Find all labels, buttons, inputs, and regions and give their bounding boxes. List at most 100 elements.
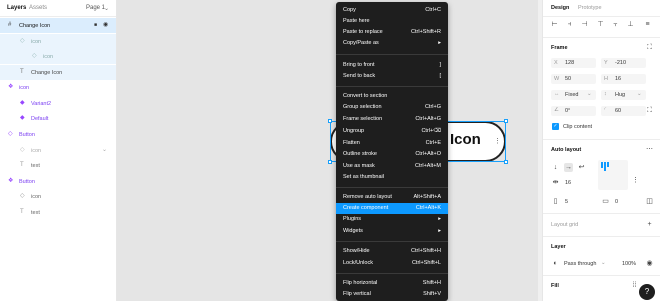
menu-item-copy-paste-as[interactable]: Copy/Paste as ▸ xyxy=(336,38,448,49)
direction-vertical-icon[interactable]: ↓ xyxy=(551,163,560,172)
align-bottom-icon[interactable]: ⊥ xyxy=(626,20,635,29)
layer-row[interactable]: ❖ icon xyxy=(0,80,116,95)
blend-mode-select[interactable]: Pass through xyxy=(564,261,596,267)
page-selector[interactable]: Page 1 xyxy=(86,5,105,11)
direction-horizontal-icon[interactable]: → xyxy=(564,163,573,172)
menu-item-group-selection[interactable]: Group selection Ctrl+G xyxy=(336,102,448,113)
menu-item-flip-vertical[interactable]: Flip vertical Shift+V xyxy=(336,289,448,300)
layer-row[interactable]: ◇ Button xyxy=(0,127,116,142)
menu-item-outline-stroke[interactable]: Outline stroke Ctrl+Alt+O xyxy=(336,149,448,160)
align-top-icon[interactable]: ⊤ xyxy=(596,20,605,29)
layer-row[interactable]: ◆ Variant2 xyxy=(0,96,116,111)
resize-handle[interactable] xyxy=(504,119,508,123)
x-field[interactable]: X 128 xyxy=(551,58,596,68)
layer-row[interactable]: T text xyxy=(0,158,116,173)
independent-corners-icon[interactable]: ⛶ xyxy=(645,106,654,115)
menu-item-set-as-thumbnail[interactable]: Set as thumbnail xyxy=(336,172,448,183)
align-middle-v-icon[interactable]: ⫟ xyxy=(611,20,620,29)
tab-prototype[interactable]: Prototype xyxy=(578,5,602,11)
height-sizing-value: Hug xyxy=(615,92,626,98)
chevron-down-icon[interactable]: ⌄ xyxy=(104,5,109,12)
w-field[interactable]: W 50 xyxy=(551,74,596,84)
menu-item-frame-selection[interactable]: Frame selection Ctrl+Alt+G xyxy=(336,114,448,125)
layer-row[interactable]: ❖ Button xyxy=(0,174,116,189)
tab-design[interactable]: Design xyxy=(551,5,569,11)
chevron-down-icon[interactable]: ⌄ xyxy=(102,146,107,154)
rotation-icon: ∠ xyxy=(554,107,559,113)
menu-item-create-component[interactable]: Create component Ctrl+Alt+K xyxy=(336,203,448,214)
layer-row-change-icon[interactable]: # Change Icon ■ ◉ xyxy=(0,18,116,33)
menu-item-lock-unlock[interactable]: Lock/Unlock Ctrl+Shift+L xyxy=(336,258,448,269)
layer-row[interactable]: ◆ Default xyxy=(0,111,116,126)
width-sizing-value: Fixed xyxy=(565,92,579,98)
menu-item-bring-to-front[interactable]: Bring to front] xyxy=(336,60,448,71)
add-icon[interactable]: + xyxy=(645,220,654,229)
h-field[interactable]: H 16 xyxy=(601,74,646,84)
horizontal-padding-icon: ▯ xyxy=(553,198,558,205)
align-left-icon[interactable]: ⊢ xyxy=(550,20,559,29)
auto-layout-more-icon[interactable]: ⋯ xyxy=(645,145,654,154)
menu-item-flip-horizontal[interactable]: Flip horizontal Shift+H xyxy=(336,278,448,289)
height-sizing-select[interactable]: ↕ Hug ⌄ xyxy=(601,90,646,100)
clip-content-checkbox[interactable]: ✓ xyxy=(552,123,559,130)
y-field[interactable]: Y -210 xyxy=(601,58,646,68)
gap-value[interactable]: 16 xyxy=(565,180,571,186)
style-grid-icon[interactable]: ⁞⁞ xyxy=(630,281,639,290)
layer-row[interactable]: ◇ icon ⌄ xyxy=(0,143,116,158)
rotation-field[interactable]: ∠ 0° xyxy=(551,106,596,116)
settings-icon[interactable]: ⋮ xyxy=(631,176,640,185)
resize-handle[interactable] xyxy=(328,119,332,123)
menu-item-show-hide[interactable]: Show/Hide Ctrl+Shift+H xyxy=(336,246,448,257)
resize-handle[interactable] xyxy=(504,160,508,164)
menu-item-paste-to-replace[interactable]: Paste to replace Ctrl+Shift+R xyxy=(336,27,448,38)
padding-vertical-value[interactable]: 0 xyxy=(615,199,618,205)
menu-item-send-to-back[interactable]: Send to back[ xyxy=(336,71,448,82)
menu-item-widgets[interactable]: Widgets ▸ xyxy=(336,226,448,237)
menu-separator xyxy=(336,241,448,242)
resize-to-fit-icon[interactable]: ⛶ xyxy=(645,43,654,52)
menu-separator xyxy=(336,86,448,87)
layer-row[interactable]: ◇ icon xyxy=(0,189,116,204)
w-label: W xyxy=(554,76,560,82)
menu-item-plugins[interactable]: Plugins ▸ xyxy=(336,214,448,225)
help-button[interactable]: ? xyxy=(639,284,655,300)
y-value: -210 xyxy=(615,60,627,66)
layer-label: icon xyxy=(19,85,30,91)
component-text: Icon xyxy=(450,131,481,148)
corner-radius-field[interactable]: ◜ 60 xyxy=(601,106,646,116)
lock-icon[interactable]: ■ xyxy=(94,21,97,29)
wrap-icon[interactable]: ↩ xyxy=(577,163,586,172)
menu-item-copy[interactable]: Copy Ctrl+C xyxy=(336,5,448,16)
width-sizing-select[interactable]: ↔ Fixed ⌄ xyxy=(551,90,596,100)
layer-row[interactable]: ◇ icon xyxy=(0,34,116,49)
text-icon: T xyxy=(20,209,24,215)
menu-item-convert-to-section[interactable]: Convert to section xyxy=(336,91,448,102)
frame-section-title: Frame xyxy=(551,45,568,51)
corner-radius-value: 60 xyxy=(615,108,622,114)
distribute-icon[interactable]: ≡ xyxy=(643,20,652,29)
align-center-h-icon[interactable]: ⫞ xyxy=(565,20,574,29)
resize-handle[interactable] xyxy=(328,160,332,164)
menu-item-remove-auto-layout[interactable]: Remove auto layout Alt+Shift+A xyxy=(336,192,448,203)
layer-row[interactable]: ◇ icon xyxy=(0,49,116,64)
eye-icon[interactable]: ◉ xyxy=(103,21,108,29)
layer-label: icon xyxy=(43,54,54,60)
layer-row[interactable]: T Change Icon xyxy=(0,65,116,80)
individual-padding-icon[interactable]: ◫ xyxy=(645,197,654,206)
alignment-grid[interactable] xyxy=(598,160,628,190)
menu-item-flatten[interactable]: Flatten Ctrl+E xyxy=(336,138,448,149)
menu-separator xyxy=(336,187,448,188)
menu-item-paste-here[interactable]: Paste here xyxy=(336,16,448,27)
layer-row[interactable]: T text xyxy=(0,205,116,220)
opacity-value[interactable]: 100% xyxy=(622,261,636,267)
tab-layers[interactable]: Layers xyxy=(7,5,26,11)
vector-icon: ◇ xyxy=(20,147,25,153)
chevron-down-icon[interactable]: ⌄ xyxy=(601,260,606,266)
menu-item-use-as-mask[interactable]: Use as mask Ctrl+Alt+M xyxy=(336,161,448,172)
tab-assets[interactable]: Assets xyxy=(29,5,47,11)
menu-separator xyxy=(336,54,448,55)
eye-icon[interactable]: ◉ xyxy=(645,259,654,268)
align-right-icon[interactable]: ⊣ xyxy=(580,20,589,29)
menu-item-ungroup[interactable]: Ungroup Ctrl+⌫ xyxy=(336,126,448,137)
padding-horizontal-value[interactable]: 5 xyxy=(565,199,568,205)
